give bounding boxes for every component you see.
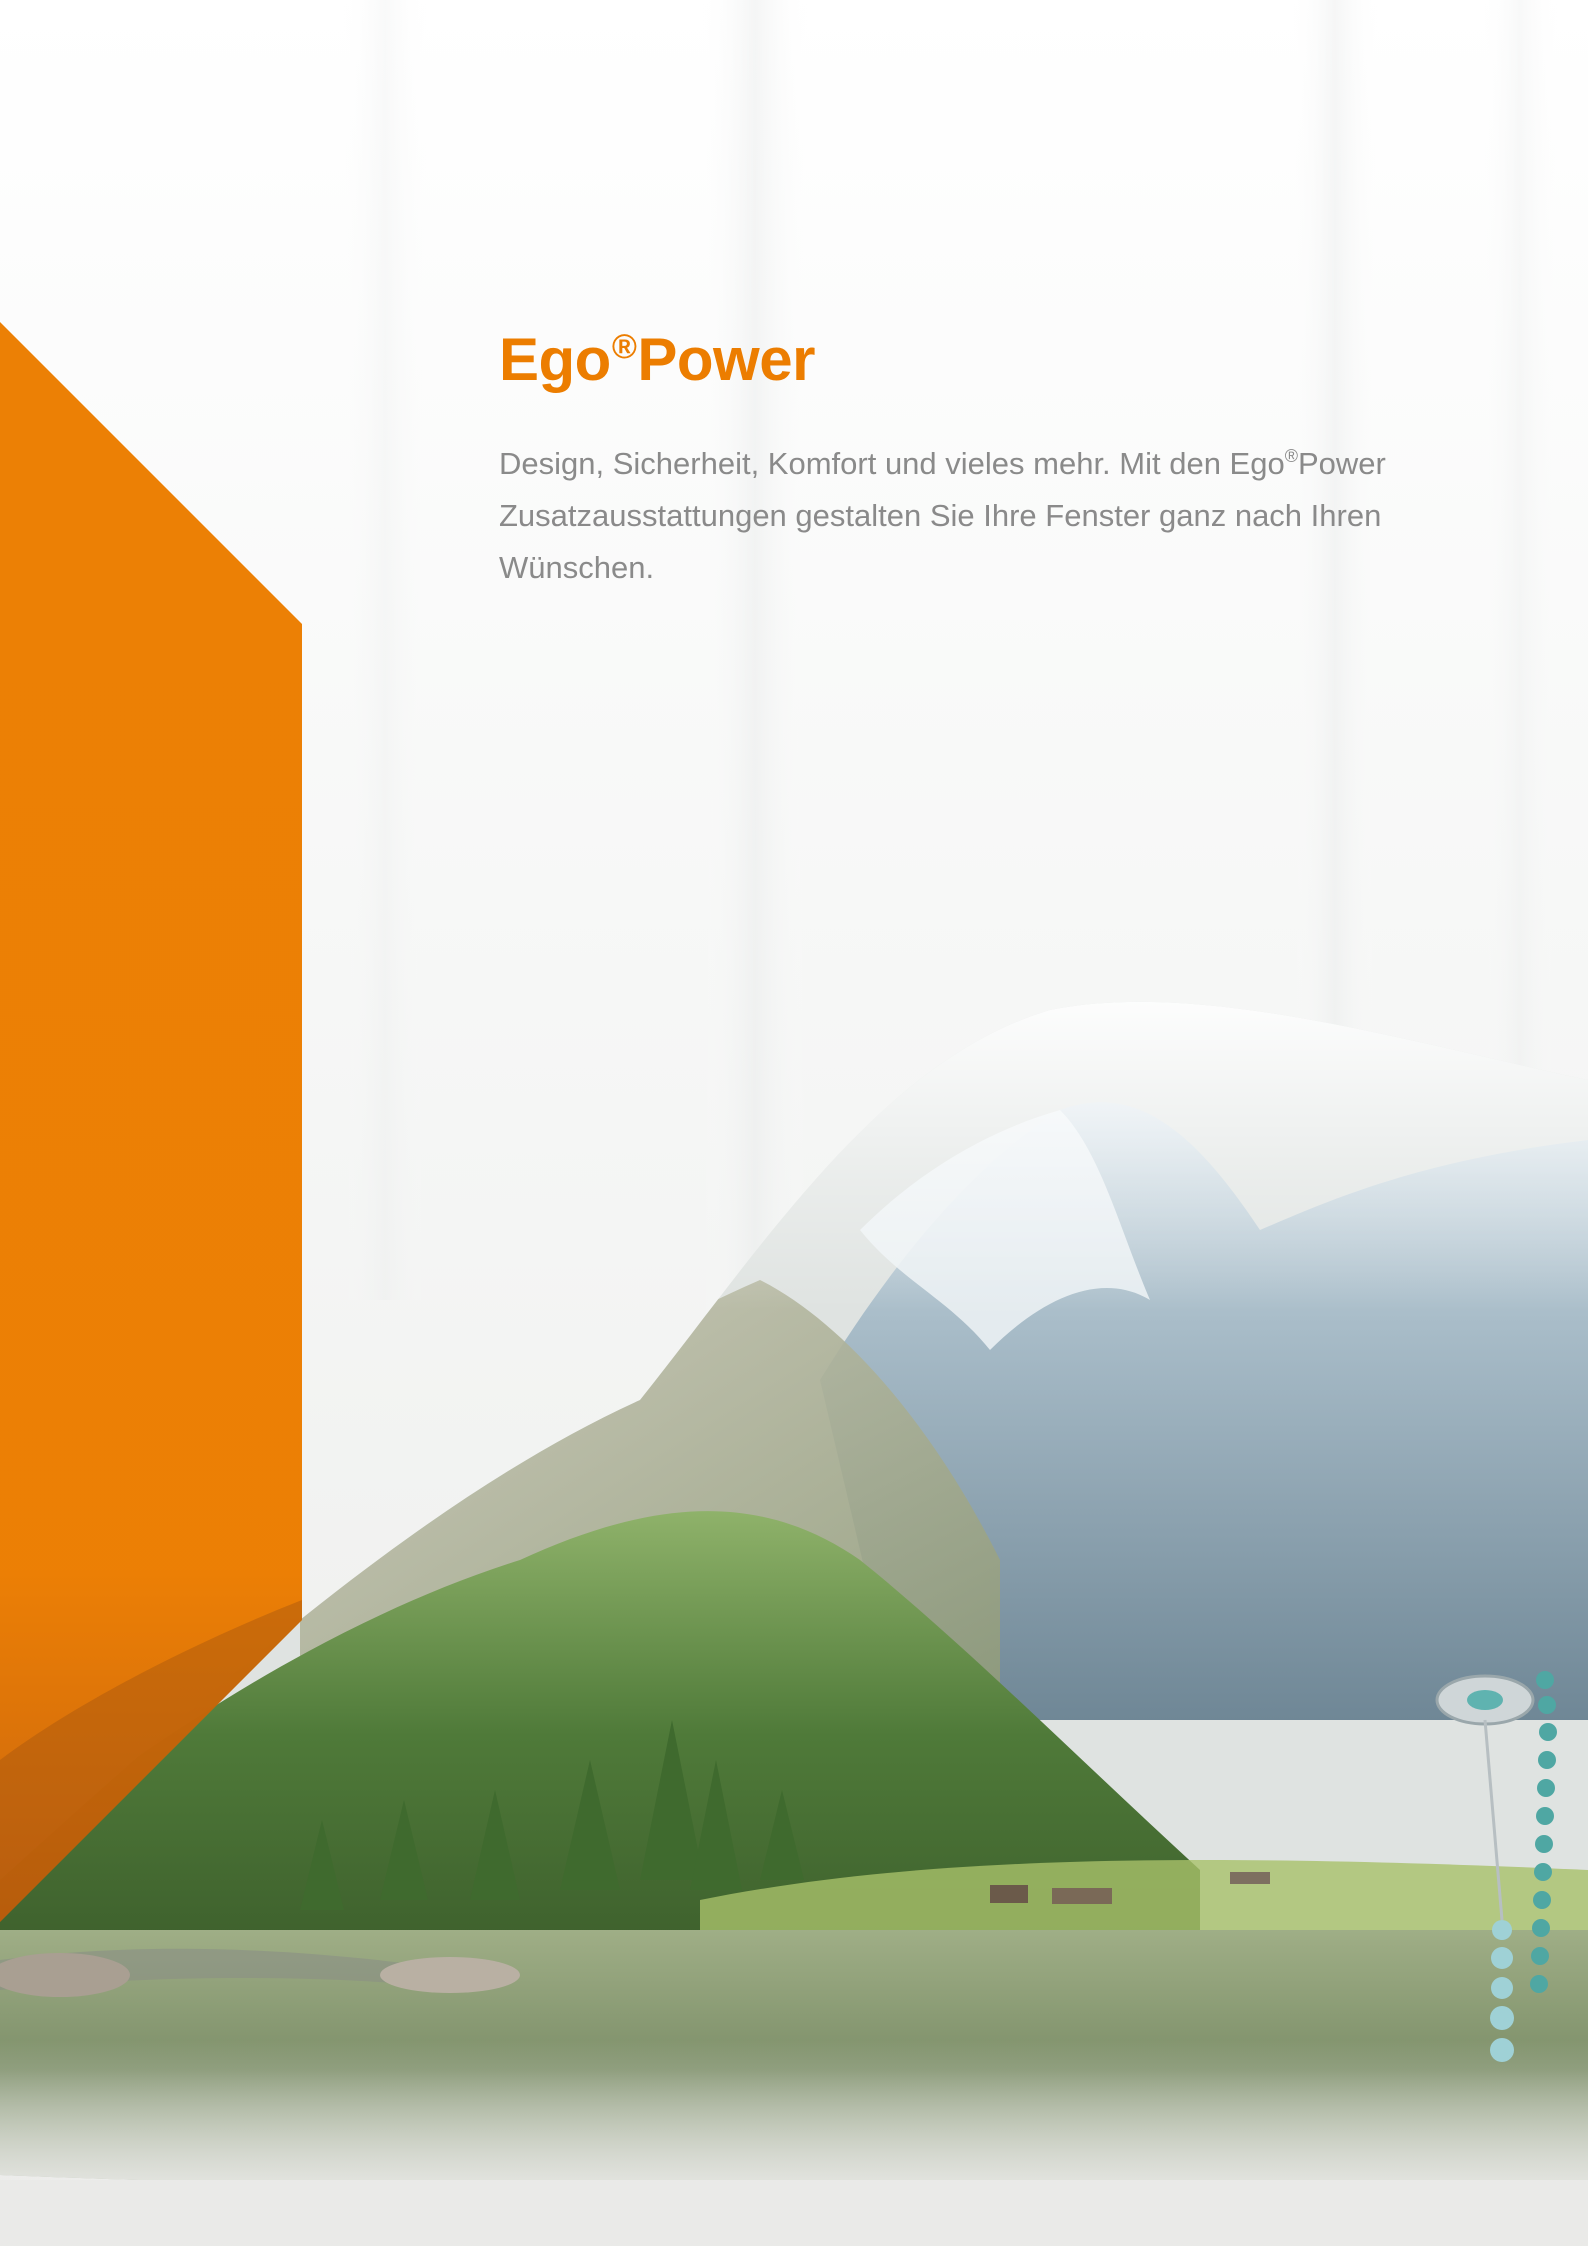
intro-paragraph: Design, Sicherheit, Komfort und vieles m…: [499, 438, 1459, 594]
title-brand: Ego: [499, 326, 611, 393]
intro-registered-mark: ®: [1284, 446, 1298, 466]
title-suffix: Power: [637, 326, 815, 393]
bracelet-image: [1435, 1671, 1557, 2062]
registered-mark: ®: [611, 328, 637, 366]
intro-section: Ego®Power Design, Sicherheit, Komfort un…: [499, 320, 1459, 594]
page-title: Ego®Power: [499, 320, 1459, 400]
intro-text-part1: Design, Sicherheit, Komfort und vieles m…: [499, 446, 1285, 481]
